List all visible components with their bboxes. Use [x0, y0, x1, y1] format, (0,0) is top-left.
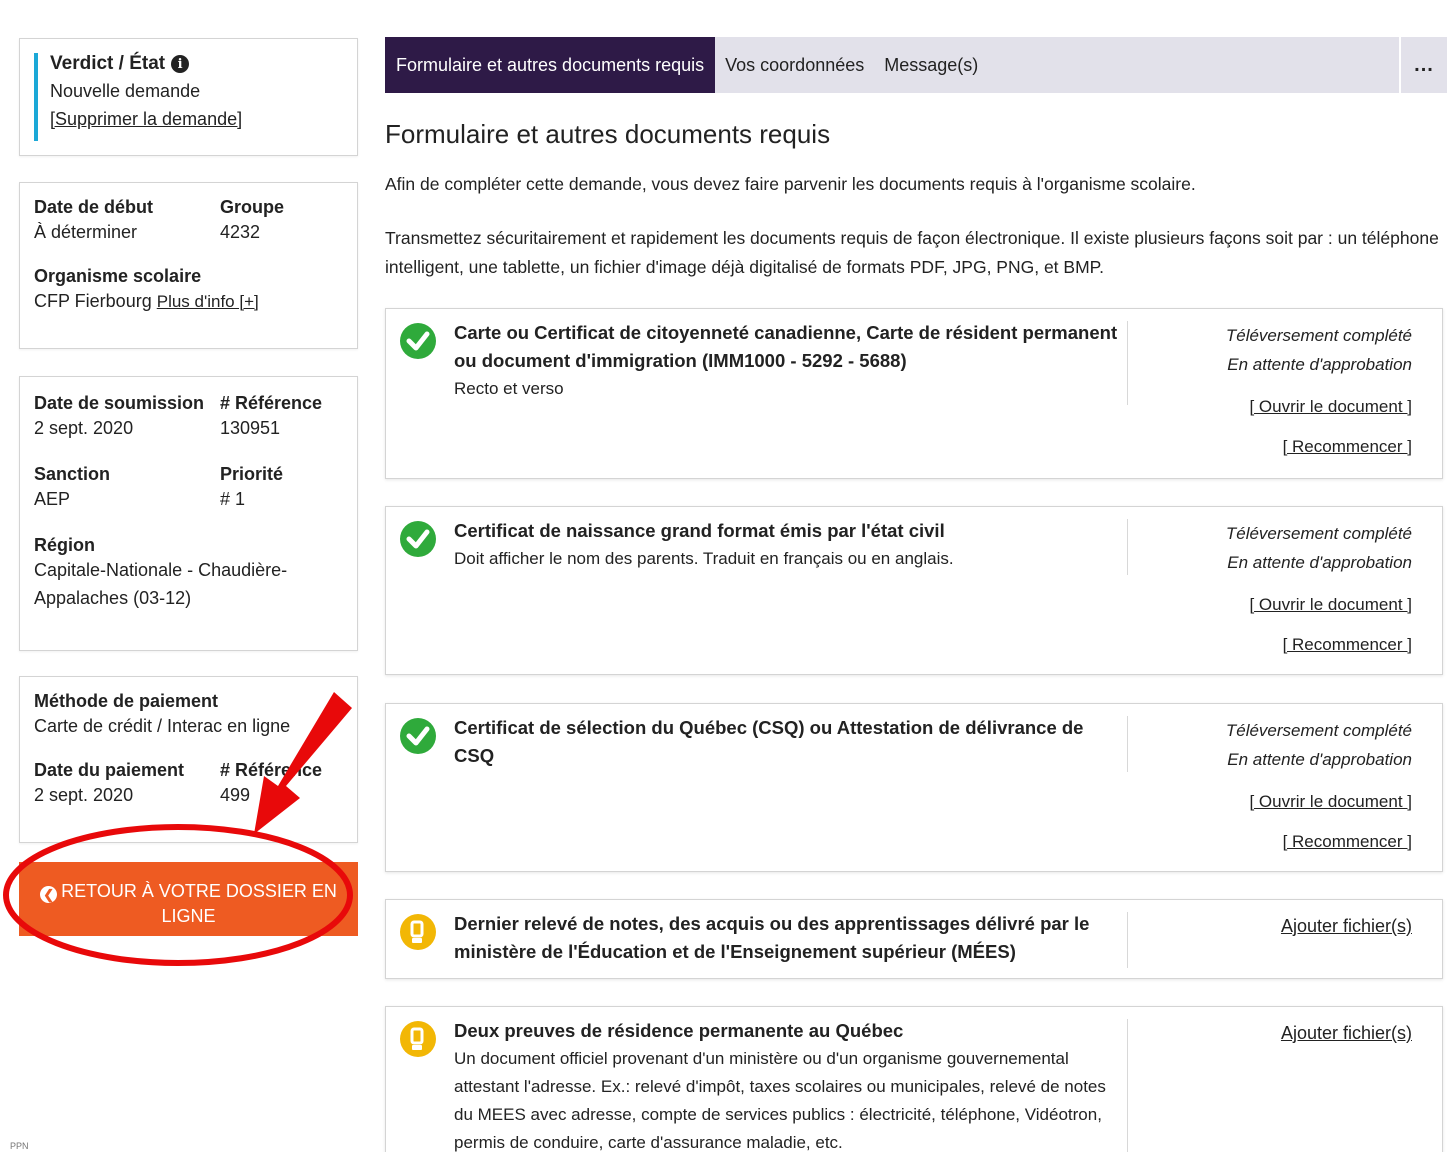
upload-status: Téléversement complété [1225, 721, 1412, 740]
sanction-label: Sanction [34, 464, 111, 484]
document-title: Dernier relevé de notes, des acquis ou d… [454, 913, 1090, 962]
add-files-link[interactable]: Ajouter fichier(s) [1281, 916, 1412, 936]
warning-icon [400, 914, 436, 950]
org-more-info-link[interactable]: Plus d'info [+] [157, 292, 259, 311]
restart-link[interactable]: [ Recommencer ] [1226, 832, 1412, 852]
verdict-title-text: Verdict / État [50, 53, 166, 74]
approval-status: En attente d'approbation [1227, 355, 1412, 374]
tab-messages[interactable]: Message(s) [874, 37, 988, 93]
arrow-left-circle-icon: ❮ [40, 886, 58, 903]
divider [1127, 1019, 1128, 1152]
more-options-button[interactable]: ... [1399, 37, 1447, 93]
verdict-card: Verdict / État i Nouvelle demande [Suppr… [19, 38, 358, 156]
document-card: Dernier relevé de notes, des acquis ou d… [385, 899, 1443, 979]
document-card: Carte ou Certificat de citoyenneté canad… [385, 308, 1443, 479]
document-title: Certificat de sélection du Québec (CSQ) … [454, 717, 1084, 766]
group-value: 4232 [220, 222, 261, 242]
document-title: Carte ou Certificat de citoyenneté canad… [454, 322, 1118, 371]
approval-status: En attente d'approbation [1227, 750, 1412, 769]
tab-documents[interactable]: Formulaire et autres documents requis [385, 37, 716, 93]
document-description: Un document officiel provenant d'un mini… [454, 1049, 1106, 1152]
approval-status: En attente d'approbation [1227, 553, 1412, 572]
delete-request-link[interactable]: [Supprimer la demande] [50, 109, 242, 129]
payment-reference-value: 499 [220, 785, 251, 805]
tab-contact-info[interactable]: Vos coordonnées [715, 37, 874, 93]
org-value-row: CFP Fierbourg Plus d'info [+] [34, 287, 343, 316]
submission-card: Date de soumission 2 sept. 2020 # Référe… [19, 376, 358, 651]
document-description: Recto et verso [454, 379, 564, 398]
info-icon[interactable]: i [171, 55, 190, 73]
start-info-card: Date de début À déterminer Groupe 4232 O… [19, 182, 358, 349]
verdict-title: Verdict / État i [50, 53, 242, 75]
document-card: Certificat de sélection du Québec (CSQ) … [385, 703, 1443, 872]
corner-label: PPN [10, 1141, 29, 1151]
divider [1127, 519, 1128, 575]
submission-date-label: Date de soumission [34, 393, 205, 413]
payment-card: Méthode de paiement Carte de crédit / In… [19, 676, 358, 843]
restart-link[interactable]: [ Recommencer ] [1226, 635, 1412, 655]
verdict-accent-bar [34, 53, 38, 141]
sanction-value: AEP [34, 489, 71, 509]
region-value: Capitale-Nationale - Chaudière-Appalache… [34, 560, 288, 608]
divider [1127, 716, 1128, 772]
open-document-link[interactable]: [ Ouvrir le document ] [1226, 792, 1412, 812]
warning-icon [400, 1021, 436, 1057]
divider [1127, 321, 1128, 405]
org-label: Organisme scolaire [34, 266, 202, 286]
upload-status: Téléversement complété [1225, 524, 1412, 543]
org-value: CFP Fierbourg [34, 291, 152, 311]
payment-reference-label: # Référence [220, 760, 323, 780]
return-to-file-button[interactable]: ❮ RETOUR À VOTRE DOSSIER EN LIGNE [19, 862, 358, 936]
payment-date-label: Date du paiement [34, 760, 185, 780]
page-title: Formulaire et autres documents requis [385, 119, 831, 149]
payment-date-value: 2 sept. 2020 [34, 785, 134, 805]
payment-method-label: Méthode de paiement [34, 691, 219, 711]
priority-label: Priorité [220, 464, 284, 484]
instructions-text: Transmettez sécuritairement et rapidemen… [385, 228, 1439, 277]
open-document-link[interactable]: [ Ouvrir le document ] [1226, 397, 1412, 417]
document-title: Deux preuves de résidence permanente au … [454, 1020, 904, 1041]
start-date-label: Date de début [34, 197, 154, 217]
restart-link[interactable]: [ Recommencer ] [1226, 437, 1412, 457]
add-files-link[interactable]: Ajouter fichier(s) [1281, 1023, 1412, 1043]
divider [1127, 912, 1128, 968]
intro-text: Afin de compléter cette demande, vous de… [385, 174, 1196, 194]
check-circle-icon [400, 323, 436, 359]
payment-method-value: Carte de crédit / Interac en ligne [34, 716, 291, 736]
submission-date-value: 2 sept. 2020 [34, 418, 134, 438]
check-circle-icon [400, 718, 436, 754]
group-label: Groupe [220, 197, 285, 217]
document-card: Deux preuves de résidence permanente au … [385, 1006, 1443, 1152]
open-document-link[interactable]: [ Ouvrir le document ] [1226, 595, 1412, 615]
return-to-file-label: RETOUR À VOTRE DOSSIER EN LIGNE [61, 881, 337, 926]
check-circle-icon [400, 521, 436, 557]
reference-label: # Référence [220, 393, 323, 413]
priority-value: # 1 [220, 489, 246, 509]
document-card: Certificat de naissance grand format émi… [385, 506, 1443, 675]
start-date-value: À déterminer [34, 222, 138, 242]
verdict-status: Nouvelle demande [50, 81, 201, 101]
upload-status: Téléversement complété [1225, 326, 1412, 345]
document-description: Doit afficher le nom des parents. Tradui… [454, 549, 954, 568]
reference-value: 130951 [220, 418, 281, 438]
region-label: Région [34, 535, 95, 555]
tab-bar: Formulaire et autres documents requis Vo… [385, 37, 1447, 93]
document-title: Certificat de naissance grand format émi… [454, 520, 945, 541]
